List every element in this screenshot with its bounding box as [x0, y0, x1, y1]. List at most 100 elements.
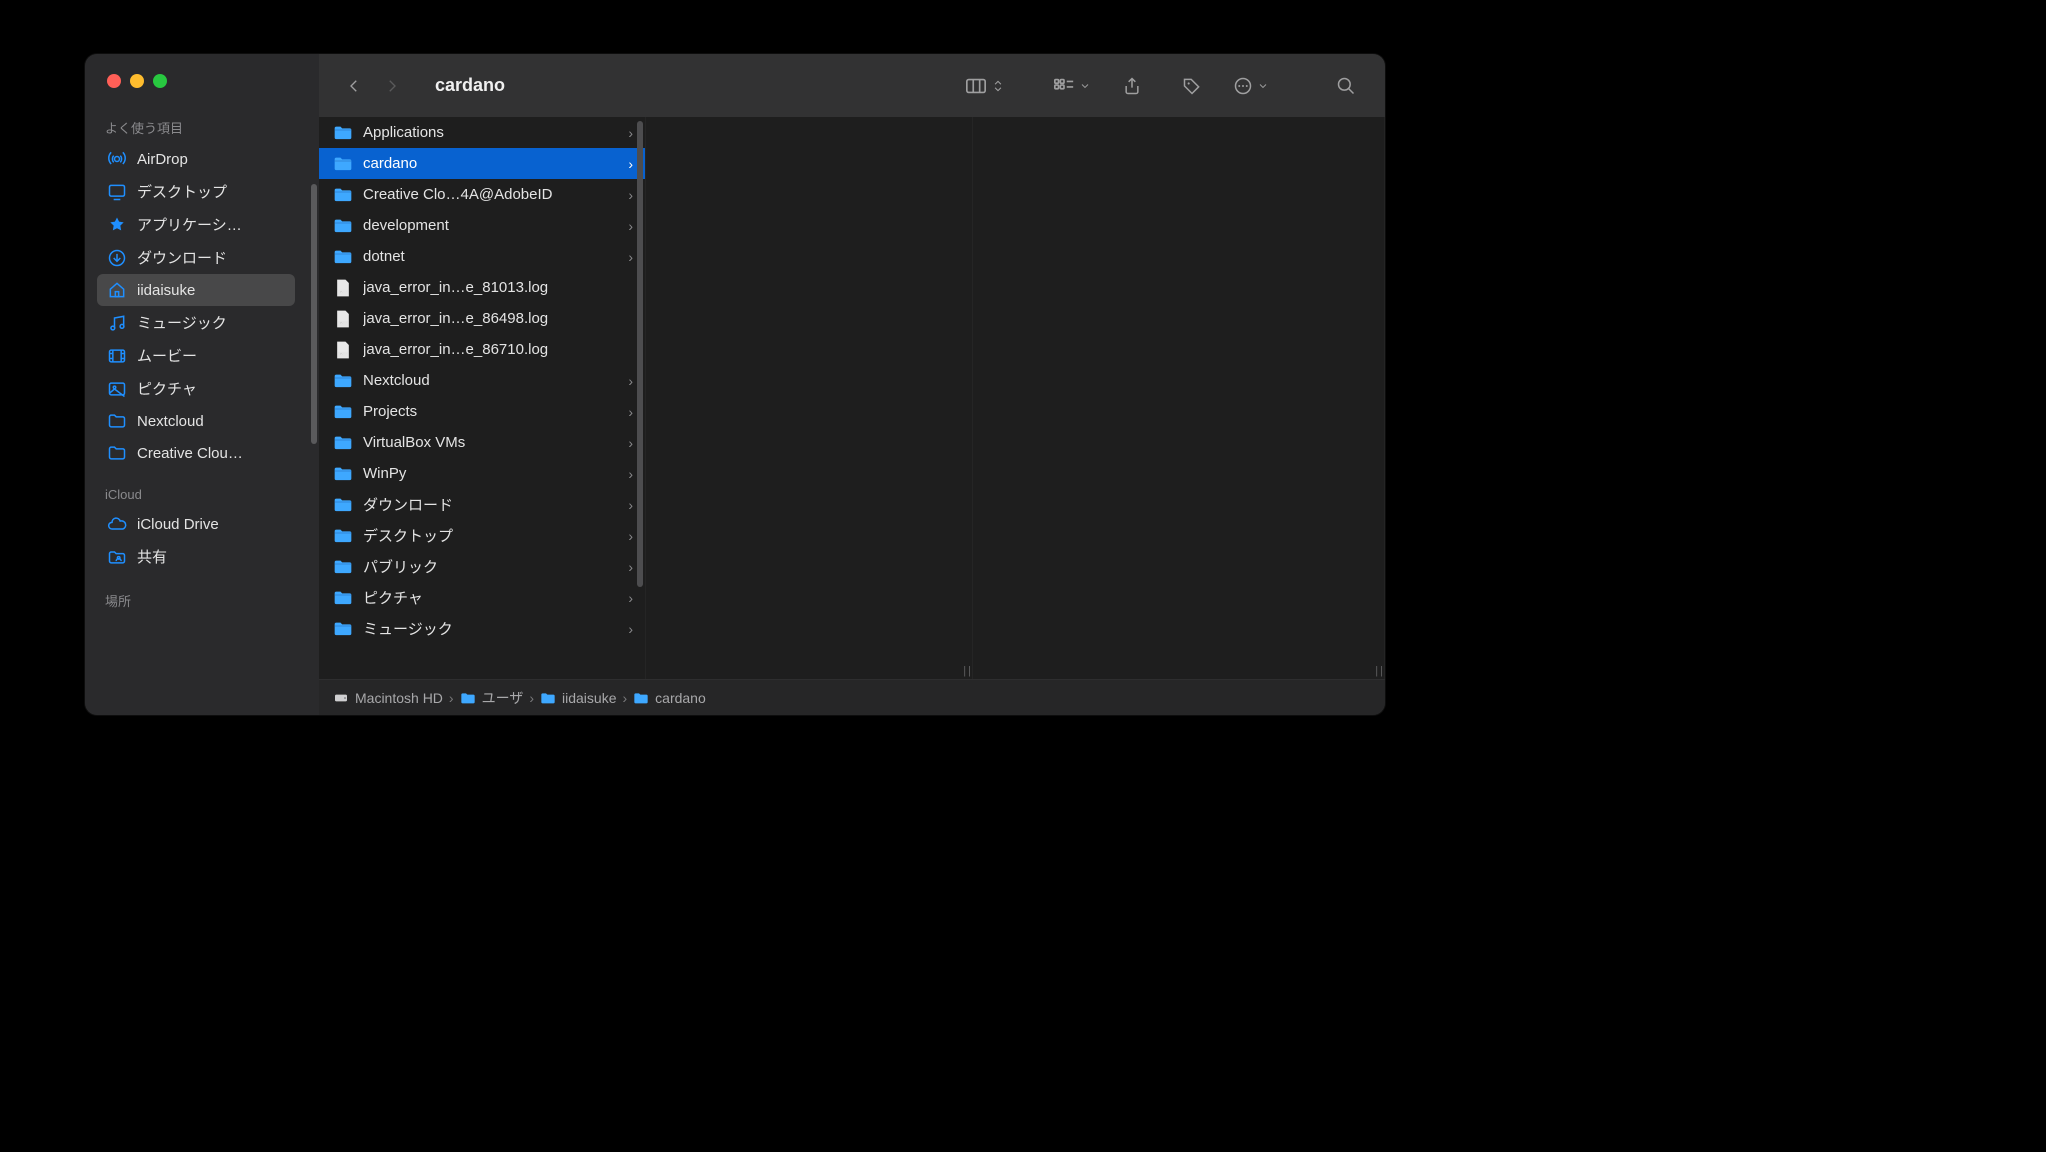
file-row[interactable]: Projects› — [319, 396, 645, 427]
pathbar: Macintosh HD›ユーザ›iidaisuke›cardano — [319, 679, 1385, 715]
folder-icon — [333, 402, 353, 422]
file-row-label: Applications — [363, 124, 618, 141]
file-row-label: java_error_in…e_81013.log — [363, 279, 633, 296]
file-row[interactable]: Applications› — [319, 117, 645, 148]
sidebar-section-label: よく使う項目 — [97, 118, 319, 137]
tags-button[interactable] — [1173, 71, 1211, 101]
sidebar-item--[interactable]: ミュージック — [97, 306, 295, 339]
path-segment-label: Macintosh HD — [355, 690, 443, 706]
actions-button[interactable] — [1233, 71, 1269, 101]
back-button[interactable] — [339, 71, 369, 101]
chevron-right-icon: › — [628, 404, 633, 420]
sidebar-item-label: Creative Clou… — [137, 445, 243, 462]
folder-icon — [333, 619, 353, 639]
main-area: cardano — [319, 54, 1385, 715]
file-row[interactable]: VirtualBox VMs› — [319, 427, 645, 458]
file-row[interactable]: cardano › — [319, 148, 645, 179]
file-row-label: development — [363, 217, 618, 234]
file-row[interactable]: LOGjava_error_in…e_86710.log — [319, 334, 645, 365]
close-button[interactable] — [107, 74, 121, 88]
column-resize-handle[interactable]: || — [963, 665, 973, 677]
airdrop-icon — [107, 149, 127, 169]
traffic-lights — [97, 74, 319, 88]
column-scrollbar[interactable] — [637, 121, 643, 587]
sidebar-item--[interactable]: ダウンロード — [97, 241, 295, 274]
folder-icon — [333, 588, 353, 608]
sidebar-item-iidaisuke[interactable]: iidaisuke — [97, 274, 295, 306]
chevron-right-icon: › — [628, 156, 633, 172]
sidebar-item-label: ムービー — [137, 345, 197, 366]
file-row-label: VirtualBox VMs — [363, 434, 618, 451]
disk-icon — [333, 690, 349, 706]
folder-icon — [333, 247, 353, 267]
file-row[interactable]: Creative Clo…4A@AdobeID› — [319, 179, 645, 210]
folder-icon — [107, 443, 127, 463]
file-row-label: dotnet — [363, 248, 618, 265]
folder-icon — [333, 464, 353, 484]
chevron-right-icon: › — [628, 621, 633, 637]
chevron-right-icon: › — [628, 187, 633, 203]
pictures-icon — [107, 379, 127, 399]
file-row[interactable]: LOG java_error_in…e_81013.log — [319, 272, 645, 303]
file-row[interactable]: デスクトップ› — [319, 520, 645, 551]
sidebar-item--[interactable]: ムービー — [97, 339, 295, 372]
chevron-right-icon: › — [628, 559, 633, 575]
view-mode-button[interactable] — [965, 71, 1005, 101]
sidebar-item-airdrop[interactable]: AirDrop — [97, 143, 295, 175]
sidebar-item--[interactable]: 共有 — [97, 540, 295, 573]
toolbar: cardano — [319, 54, 1385, 117]
file-row[interactable]: ミュージック› — [319, 613, 645, 644]
file-row[interactable]: ピクチャ› — [319, 582, 645, 613]
column-3: || — [973, 117, 1385, 679]
sidebar-item-label: AirDrop — [137, 151, 188, 168]
zoom-button[interactable] — [153, 74, 167, 88]
sidebar-item-label: Nextcloud — [137, 413, 204, 430]
folder-icon — [333, 154, 353, 174]
sidebar: よく使う項目 AirDrop デスクトップアプリケーシ… ダウンロードiidaisuk… — [85, 54, 319, 715]
group-button[interactable] — [1053, 71, 1091, 101]
forward-button[interactable] — [377, 71, 407, 101]
home-icon — [107, 280, 127, 300]
file-row[interactable]: LOGjava_error_in…e_86498.log — [319, 303, 645, 334]
path-separator: › — [449, 690, 454, 706]
downloads-icon — [107, 248, 127, 268]
columns-view: Applications›cardano›Creative Clo…4A@Ado… — [319, 117, 1385, 679]
folder-icon — [107, 411, 127, 431]
sidebar-item--[interactable]: デスクトップ — [97, 175, 295, 208]
file-row-label: cardano — [363, 155, 618, 172]
path-separator: › — [622, 690, 627, 706]
file-row[interactable]: パブリック› — [319, 551, 645, 582]
sidebar-item--[interactable]: アプリケーシ… — [97, 208, 295, 241]
path-segment-label: iidaisuke — [562, 690, 616, 706]
share-button[interactable] — [1113, 71, 1151, 101]
path-segment[interactable]: ユーザ — [460, 688, 524, 708]
sidebar-item-nextcloud[interactable]: Nextcloud — [97, 405, 295, 437]
file-icon: LOG — [333, 278, 353, 298]
file-row[interactable]: WinPy› — [319, 458, 645, 489]
sidebar-scrollbar[interactable] — [309, 54, 319, 715]
sidebar-item--[interactable]: ピクチャ — [97, 372, 295, 405]
folder-icon — [333, 371, 353, 391]
minimize-button[interactable] — [130, 74, 144, 88]
music-icon — [107, 313, 127, 333]
folder-icon — [333, 557, 353, 577]
sidebar-section-label: iCloud — [97, 487, 319, 502]
path-segment[interactable]: cardano — [633, 690, 706, 706]
svg-text:LOG: LOG — [339, 352, 346, 356]
path-segment[interactable]: Macintosh HD — [333, 690, 443, 706]
sidebar-item-label: デスクトップ — [137, 181, 227, 202]
sidebar-item-label: アプリケーシ… — [137, 214, 242, 235]
column-1: Applications›cardano›Creative Clo…4A@Ado… — [319, 117, 646, 679]
file-row[interactable]: ダウンロード› — [319, 489, 645, 520]
chevron-right-icon: › — [628, 218, 633, 234]
sidebar-item-creative-clou-[interactable]: Creative Clou… — [97, 437, 295, 469]
file-row-label: Nextcloud — [363, 372, 618, 389]
column-resize-handle[interactable]: || — [1375, 665, 1385, 677]
file-row[interactable]: development › — [319, 210, 645, 241]
path-segment[interactable]: iidaisuke — [540, 690, 616, 706]
file-row[interactable]: Nextcloud› — [319, 365, 645, 396]
search-button[interactable] — [1327, 71, 1365, 101]
file-icon: LOG — [333, 340, 353, 360]
file-row[interactable]: dotnet› — [319, 241, 645, 272]
sidebar-item-icloud-drive[interactable]: iCloud Drive — [97, 508, 295, 540]
